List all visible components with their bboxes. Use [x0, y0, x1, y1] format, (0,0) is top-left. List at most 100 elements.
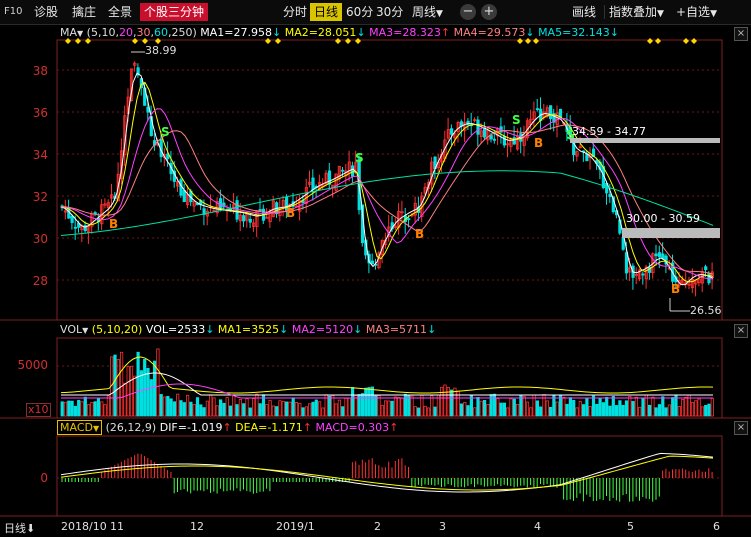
- volume-bar: [129, 365, 134, 417]
- volume-bar: [506, 407, 510, 417]
- volume-bar: [251, 398, 256, 417]
- volume-bar: [539, 406, 543, 417]
- candle-body: [657, 252, 662, 258]
- buy-signal-marker: B: [415, 227, 424, 241]
- volume-bar: [294, 402, 299, 417]
- volume-bar: [265, 404, 269, 417]
- volume-bar: [618, 400, 622, 417]
- volume-bar: [314, 399, 318, 417]
- price-panel-frame: [56, 39, 723, 321]
- volume-bar: [681, 399, 685, 417]
- volume-bar: [238, 399, 242, 417]
- volume-bar: [591, 395, 596, 417]
- volume-bar: [222, 402, 226, 417]
- volume-bar: [529, 407, 533, 417]
- volume-bar: [387, 400, 391, 417]
- volume-bar: [113, 354, 117, 417]
- volume-bar: [664, 407, 668, 417]
- candle-body: [549, 105, 553, 120]
- candle-body: [242, 215, 246, 222]
- volume-bar: [568, 397, 573, 417]
- volume-bar: [684, 396, 688, 417]
- volume-bar: [459, 403, 464, 417]
- volume-bar: [103, 404, 107, 417]
- x-label: 5: [627, 520, 634, 533]
- candle-body: [70, 215, 74, 223]
- volume-bar: [522, 396, 526, 417]
- volume-bar: [67, 400, 71, 417]
- down-arrow-icon: ⬇: [26, 522, 36, 535]
- volume-bar: [426, 407, 431, 417]
- volume-bar: [661, 396, 665, 417]
- candle-body: [707, 272, 711, 284]
- volume-bar: [416, 407, 421, 417]
- volume-bar: [466, 405, 470, 417]
- volume-bar: [152, 360, 157, 417]
- volume-bar: [87, 404, 91, 417]
- x-label: 2018/10: [61, 520, 107, 533]
- x-label: 6: [713, 520, 720, 533]
- sell-signal-marker: S: [355, 151, 364, 165]
- volume-bar: [281, 401, 285, 417]
- volume-bar: [615, 405, 619, 417]
- volume-bar: [367, 387, 371, 417]
- volume-bar: [710, 397, 714, 417]
- volume-bar: [499, 402, 503, 417]
- volume-bar: [209, 394, 213, 417]
- volume-bar: [268, 400, 272, 417]
- range-label-1: 34.59 - 34.77: [572, 125, 646, 138]
- volume-bar: [608, 405, 612, 417]
- volume-bar: [311, 401, 315, 417]
- volume-bar: [120, 351, 124, 417]
- volume-bar: [162, 396, 167, 417]
- volume-bar: [476, 397, 480, 417]
- volume-bar: [73, 405, 77, 417]
- volume-bar: [202, 407, 206, 417]
- range-label-2: 30.00 - 30.59: [626, 212, 700, 225]
- candle-body: [624, 252, 629, 274]
- volume-bar: [585, 398, 589, 417]
- volume-bar: [360, 393, 365, 417]
- x-label: 12: [190, 520, 204, 533]
- candle-body: [327, 170, 332, 185]
- macd-panel-frame: [56, 435, 723, 517]
- kline-chart[interactable]: BBBBBSSSS: [0, 0, 751, 537]
- candle-body: [248, 218, 252, 223]
- volume-bar: [278, 400, 282, 417]
- volume-bar: [654, 407, 658, 417]
- volume-bar: [271, 405, 276, 417]
- candle-body: [182, 190, 186, 203]
- event-marker-icon: [335, 38, 341, 44]
- volume-bar: [106, 395, 110, 417]
- x-label: 3: [439, 520, 446, 533]
- buy-signal-marker: B: [671, 282, 680, 296]
- period-switch-button[interactable]: 日线⬇: [4, 520, 35, 536]
- volume-bar: [393, 396, 398, 417]
- volume-bar: [383, 400, 388, 417]
- volume-bar: [275, 406, 279, 417]
- volume-bar: [400, 397, 404, 417]
- x-label: 4: [534, 520, 541, 533]
- volume-bar: [370, 386, 375, 417]
- candle-body: [407, 218, 411, 221]
- volume-bar: [192, 404, 196, 417]
- candle-body: [218, 198, 223, 209]
- volume-bar: [291, 397, 295, 417]
- candle-body: [73, 226, 77, 229]
- volume-bar: [350, 386, 355, 417]
- buy-signal-marker: B: [534, 136, 543, 150]
- volume-bar: [549, 406, 553, 417]
- x-label: 2: [374, 520, 381, 533]
- volume-bar: [337, 399, 342, 417]
- volume-bar: [657, 404, 662, 417]
- volume-bar: [284, 401, 289, 417]
- volume-bar: [235, 404, 239, 417]
- volume-bar: [690, 402, 695, 417]
- volume-bar: [496, 398, 500, 417]
- volume-bar: [100, 401, 104, 417]
- volume-bar: [575, 407, 579, 417]
- volume-bar: [667, 404, 672, 417]
- volume-bar: [562, 396, 566, 417]
- volume-bar: [176, 393, 180, 417]
- volume-bar: [317, 401, 322, 417]
